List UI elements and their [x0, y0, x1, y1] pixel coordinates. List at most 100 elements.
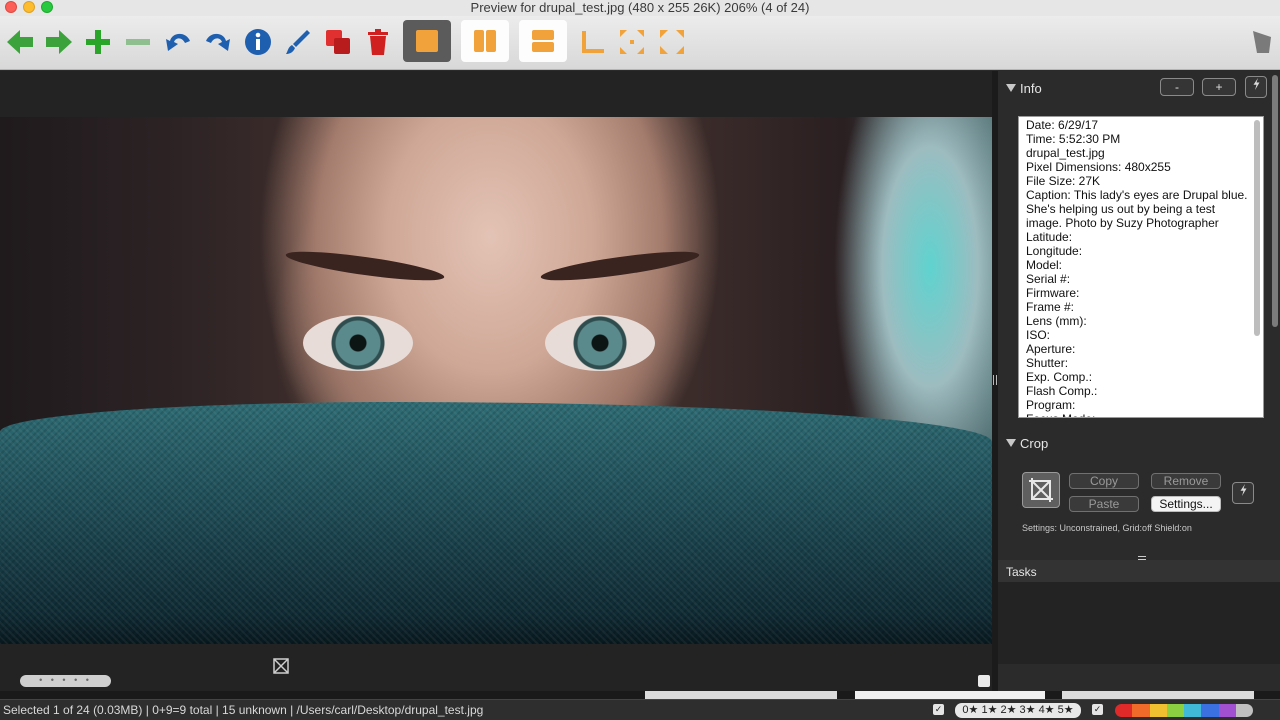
rating-filter-checkbox[interactable]: ✓ [933, 704, 944, 715]
info-line: Model: [1026, 258, 1063, 272]
status-bar: Selected 1 of 24 (0.03MB) | 0+9=9 total … [0, 699, 1280, 720]
corner-layout-icon [582, 31, 604, 53]
info-scrollbar[interactable] [1254, 120, 1260, 336]
tasks-header: Tasks [998, 560, 1280, 582]
crop-section-title: Crop [1020, 436, 1049, 451]
crop-section-header[interactable]: Crop [1006, 436, 1048, 451]
thumbnail[interactable] [855, 691, 1045, 699]
undo-icon [166, 33, 190, 51]
info-lines: Date: 6/29/17 Time: 5:52:30 PM drupal_test… [1026, 118, 1248, 417]
toolbar [0, 16, 1280, 70]
window-title: Preview for drupal_test.jpg (480 x 255 2… [470, 0, 810, 15]
forward-button[interactable] [41, 24, 77, 60]
color-label-swatch[interactable] [1132, 704, 1150, 717]
info-section-title: Info [1020, 81, 1042, 96]
info-line: Serial #: [1026, 272, 1071, 286]
lightning-icon [1253, 78, 1259, 90]
back-button[interactable] [2, 24, 38, 60]
crop-icon [1029, 478, 1053, 502]
color-filter-checkbox[interactable]: ✓ [1092, 704, 1103, 715]
crop-action-button[interactable] [1232, 482, 1254, 504]
remove-button[interactable] [120, 24, 156, 60]
info-text-box[interactable]: Date: 6/29/17 Time: 5:52:30 PM drupal_test… [1018, 116, 1264, 418]
info-line: Caption: This lady's eyes are Drupal blu… [1026, 188, 1248, 230]
thumbnail[interactable] [1062, 691, 1254, 699]
single-view-icon [416, 30, 438, 52]
thumbnail-strip[interactable] [0, 691, 1280, 699]
add-icon [86, 30, 110, 54]
info-line: Shutter: [1026, 356, 1069, 370]
info-icon [245, 29, 271, 55]
info-line: ISO: [1026, 328, 1051, 342]
grid-layout-button[interactable] [614, 24, 650, 60]
disclosure-triangle-icon [1006, 84, 1016, 92]
info-section-header[interactable]: Info [1006, 81, 1042, 96]
grid-layout-icon [620, 30, 644, 54]
color-label-swatch[interactable] [1149, 704, 1167, 717]
redo-button[interactable] [199, 24, 235, 60]
info-action-button[interactable] [1245, 76, 1267, 98]
crop-paste-button[interactable]: Paste [1069, 496, 1139, 512]
tool-shield-icon [1253, 31, 1271, 53]
undo-button[interactable] [161, 24, 197, 60]
tasks-list [998, 582, 1280, 664]
color-label-swatch[interactable] [1115, 704, 1133, 717]
crop-settings-button[interactable]: Settings... [1151, 496, 1221, 512]
crop-tool-button[interactable] [1022, 472, 1060, 508]
info-line: Program: [1026, 398, 1076, 412]
info-increase-button[interactable]: + [1202, 78, 1236, 96]
duplicate-icon [326, 30, 350, 54]
info-decrease-button[interactable]: - [1160, 78, 1194, 96]
info-line: drupal_test.jpg [1026, 146, 1105, 160]
info-line: Lens (mm): [1026, 314, 1087, 328]
panel-scrollbar[interactable] [1272, 75, 1278, 327]
duplicate-button[interactable] [320, 24, 356, 60]
info-line: Frame #: [1026, 300, 1075, 314]
remove-icon [126, 39, 150, 45]
preview-image [0, 117, 992, 644]
color-label-swatch[interactable] [1166, 704, 1184, 717]
crop-copy-button[interactable]: Copy [1069, 473, 1139, 489]
resize-handle[interactable] [978, 675, 990, 687]
back-arrow-icon [7, 30, 33, 54]
horizontal-scrollbar[interactable]: • • • • • [20, 675, 111, 687]
info-button[interactable] [240, 24, 276, 60]
edit-button[interactable] [280, 24, 316, 60]
expand-layout-button[interactable] [654, 24, 690, 60]
tasks-title: Tasks [1006, 565, 1037, 579]
info-line: File Size: 27K [1026, 174, 1101, 188]
crop-remove-button[interactable]: Remove [1151, 473, 1221, 489]
splitter-grip-icon[interactable] [993, 375, 997, 385]
split-horizontal-button[interactable] [519, 20, 567, 62]
info-line: Longitude: [1026, 244, 1083, 258]
star-rating-filter[interactable]: 0★ 1★ 2★ 3★ 4★ 5★ [955, 703, 1081, 718]
color-label-swatch[interactable] [1184, 704, 1202, 717]
split-vertical-button[interactable] [461, 20, 509, 62]
image-viewer[interactable]: • • • • • [0, 71, 992, 691]
thumbnail[interactable] [645, 691, 837, 699]
corner-layout-button[interactable] [574, 24, 610, 60]
info-line: Aperture: [1026, 342, 1076, 356]
split-vertical-icon [474, 30, 496, 52]
split-horizontal-icon [532, 30, 554, 52]
color-label-swatch[interactable] [1218, 704, 1236, 717]
color-label-swatch[interactable] [1235, 704, 1253, 717]
edit-brush-icon [286, 30, 310, 54]
single-view-button[interactable] [403, 20, 451, 62]
info-line: Date: 6/29/17 [1026, 118, 1099, 132]
info-line: Time: 5:52:30 PM [1026, 132, 1121, 146]
info-line: Pixel Dimensions: 480x255 [1026, 160, 1171, 174]
tool-button[interactable] [1244, 24, 1280, 60]
color-label-filter[interactable] [1115, 704, 1253, 717]
title-bar: Preview for drupal_test.jpg (480 x 255 2… [0, 0, 1280, 16]
color-label-swatch[interactable] [1201, 704, 1219, 717]
redo-icon [206, 33, 230, 51]
delete-button[interactable] [360, 24, 396, 60]
info-line: Exp. Comp.: [1026, 370, 1093, 384]
add-button[interactable] [80, 24, 116, 60]
expand-layout-icon [660, 30, 684, 54]
crop-toggle-icon[interactable] [272, 657, 290, 675]
info-line: Flash Comp.: [1026, 384, 1098, 398]
trash-icon [368, 29, 388, 55]
inspector-panel: Info - + Date: 6/29/17 Time: 5:52:30 PM dr… [998, 71, 1280, 691]
